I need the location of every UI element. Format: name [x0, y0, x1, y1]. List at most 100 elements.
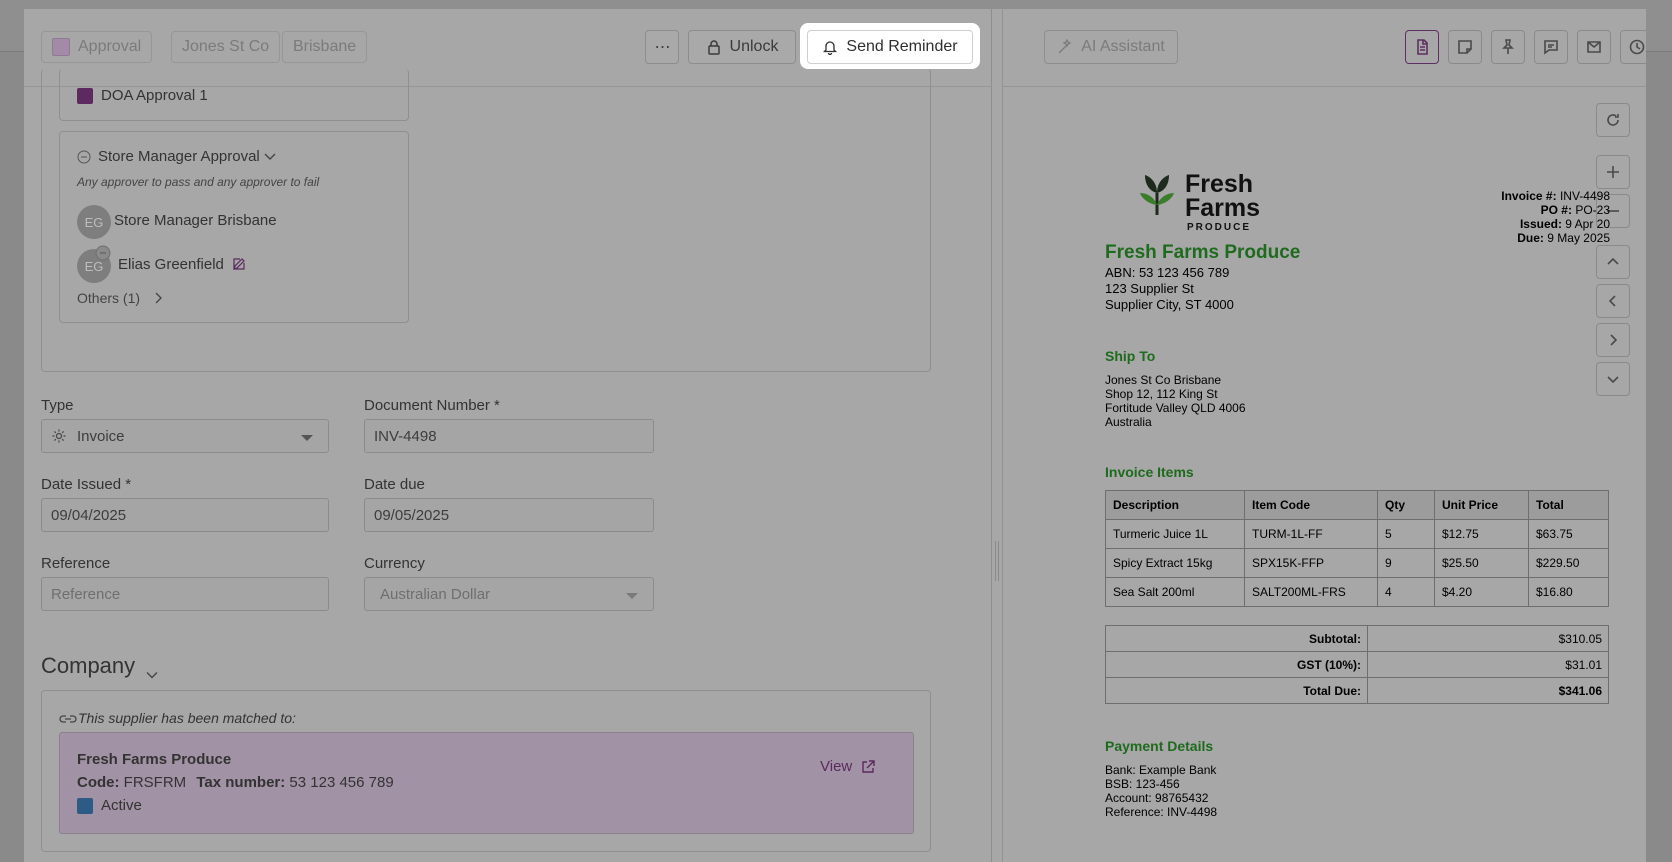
- status-badge: Active: [101, 797, 142, 814]
- payment-line: Account: 98765432: [1105, 791, 1209, 805]
- ship-to-line: Jones St Co Brisbane: [1105, 373, 1222, 387]
- currency-label: Currency: [364, 555, 425, 572]
- table-row: Subtotal: $310.05: [1105, 625, 1609, 652]
- date-issued-value: 09/04/2025: [51, 506, 127, 524]
- link-icon: [59, 715, 77, 723]
- total-due-value: $341.06: [1367, 677, 1609, 704]
- notes-button[interactable]: [1448, 30, 1482, 64]
- invoice-items-heading: Invoice Items: [1105, 464, 1194, 480]
- clock-icon: [1629, 39, 1645, 55]
- ai-assistant-label: AI Assistant: [1081, 38, 1165, 55]
- edit-icon[interactable]: [232, 257, 246, 271]
- chevron-down-icon[interactable]: [264, 152, 276, 162]
- email-button[interactable]: [1577, 30, 1611, 64]
- date-due-field[interactable]: 09/05/2025: [364, 498, 654, 532]
- date-due-value: 09/05/2025: [374, 506, 450, 524]
- gst-label: GST (10%):: [1105, 651, 1368, 678]
- refresh-button[interactable]: [1596, 103, 1630, 137]
- status-color-swatch: [77, 798, 93, 814]
- chevron-down-icon[interactable]: [146, 671, 158, 680]
- view-link[interactable]: View: [820, 758, 852, 775]
- payment-details-heading: Payment Details: [1105, 738, 1214, 754]
- supplier-name: Fresh Farms Produce: [77, 751, 232, 768]
- supplier-address: ABN: 53 123 456 789 123 Supplier St Supp…: [1105, 265, 1234, 313]
- others-link[interactable]: Others (1): [77, 290, 140, 306]
- approval-rule-text: Any approver to pass and any approver to…: [77, 175, 320, 189]
- code-value: FRSFRM: [123, 774, 187, 791]
- type-select[interactable]: Invoice: [41, 419, 329, 453]
- bell-icon: [823, 41, 838, 55]
- po-number-value: PO-23: [1575, 203, 1610, 217]
- preview-toolbar: AI Assistant: [1003, 9, 1646, 87]
- gear-icon: [52, 429, 66, 443]
- doa-approval-card[interactable]: DOA Approval 1: [59, 69, 409, 121]
- table-cell: 5: [1377, 519, 1435, 549]
- details-pane: Approval Jones St Co Brisbane ⋯ Unlock D…: [24, 9, 992, 862]
- payment-line: Bank: Example Bank: [1105, 763, 1217, 777]
- date-issued-label: Date Issued *: [41, 476, 132, 493]
- comment-icon: [1544, 40, 1558, 55]
- logo-line-3: PRODUCE: [1187, 222, 1252, 233]
- table-row: Total Due: $341.06: [1105, 677, 1609, 704]
- invoice-items-table: Description Item Code Qty Unit Price Tot…: [1105, 490, 1609, 607]
- currency-value: Australian Dollar: [380, 585, 491, 603]
- due-value: 9 May 2025: [1547, 231, 1610, 245]
- reference-placeholder: Reference: [51, 585, 121, 603]
- unlock-button[interactable]: Unlock: [688, 30, 796, 64]
- logo-line-1: Fresh: [1185, 170, 1254, 198]
- dropdown-arrow-icon: [626, 593, 638, 599]
- unlock-label: Unlock: [729, 38, 779, 55]
- avatar-initials: EG: [84, 214, 104, 230]
- status-chip-label: Approval: [78, 38, 142, 55]
- ship-to-line: Australia: [1105, 415, 1152, 429]
- type-value: Invoice: [77, 427, 125, 445]
- document-view-button[interactable]: [1405, 30, 1439, 64]
- table-cell: Turmeric Juice 1L: [1105, 519, 1245, 549]
- company-card: This supplier has been matched to: Fresh…: [41, 690, 931, 852]
- due-label: Due:: [1517, 231, 1544, 245]
- store-manager-approval-card: Store Manager Approval Any approver to p…: [59, 131, 409, 323]
- document-number-value: INV-4498: [374, 427, 437, 445]
- table-row: Sea Salt 200ml SALT200ML-FRS 4 $4.20 $16…: [1105, 577, 1609, 607]
- status-color-swatch: [52, 38, 70, 56]
- pin-icon: [1502, 39, 1514, 54]
- history-button[interactable]: [1620, 30, 1646, 64]
- issued-label: Issued:: [1519, 217, 1562, 231]
- chevron-right-icon[interactable]: [154, 292, 162, 304]
- table-cell: SPX15K-FFP: [1244, 548, 1378, 578]
- reference-field[interactable]: Reference: [41, 577, 329, 611]
- table-cell: $229.50: [1528, 548, 1609, 578]
- send-reminder-button[interactable]: Send Reminder: [807, 30, 973, 64]
- more-options-button[interactable]: ⋯: [645, 30, 679, 64]
- external-link-icon[interactable]: [860, 759, 876, 775]
- column-header: Unit Price: [1434, 490, 1529, 520]
- subtotal-label: Subtotal:: [1105, 625, 1368, 652]
- company-section-title: Company: [41, 653, 136, 678]
- pin-button[interactable]: [1491, 30, 1525, 64]
- column-header: Qty: [1377, 490, 1435, 520]
- minus-circle-icon[interactable]: [77, 150, 91, 164]
- doa-approval-label: DOA Approval 1: [101, 87, 208, 104]
- date-issued-field[interactable]: 09/04/2025: [41, 498, 329, 532]
- currency-select[interactable]: Australian Dollar: [364, 577, 654, 611]
- table-header-row: Description Item Code Qty Unit Price Tot…: [1105, 490, 1609, 520]
- store-manager-approval-title: Store Manager Approval: [98, 148, 260, 165]
- document-number-field[interactable]: INV-4498: [364, 419, 654, 453]
- issued-value: 9 Apr 20: [1565, 217, 1610, 231]
- comments-button[interactable]: [1534, 30, 1568, 64]
- table-cell: $25.50: [1434, 548, 1529, 578]
- column-header: Item Code: [1244, 490, 1378, 520]
- date-due-label: Date due: [364, 476, 425, 493]
- ship-to-heading: Ship To: [1105, 348, 1156, 364]
- ai-assistant-button[interactable]: AI Assistant: [1044, 30, 1178, 64]
- doa-color-swatch: [77, 88, 93, 104]
- pane-resize-handle[interactable]: [995, 541, 999, 581]
- invoice-number-value: INV-4498: [1559, 189, 1610, 203]
- company-chip: Jones St Co: [171, 31, 281, 63]
- supplier-address-line: 123 Supplier St: [1105, 281, 1194, 296]
- supplier-abn: ABN: 53 123 456 789: [1105, 265, 1230, 280]
- magic-wand-icon: [1058, 39, 1072, 54]
- table-cell: 4: [1377, 577, 1435, 607]
- subtotal-value: $310.05: [1367, 625, 1609, 652]
- po-number-label: PO #:: [1540, 203, 1572, 217]
